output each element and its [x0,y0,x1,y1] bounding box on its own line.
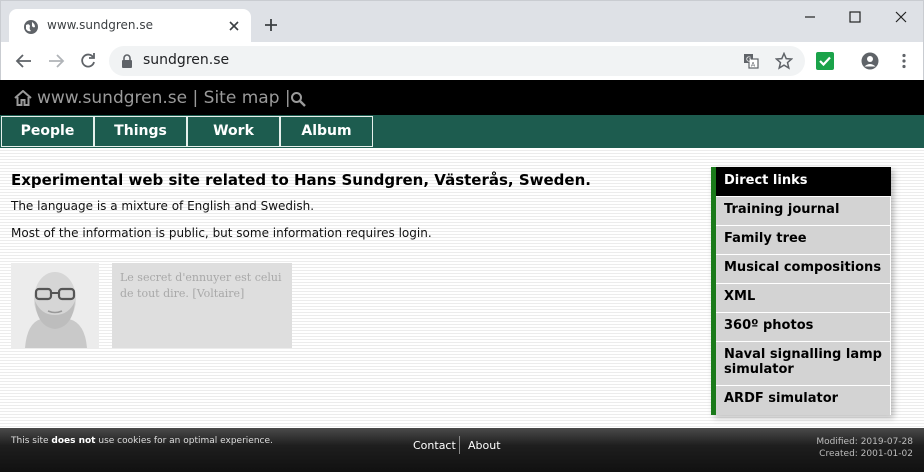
portrait-photo [11,263,99,348]
sitemap-link[interactable]: Site map [204,88,280,108]
tab-title: www.sundgren.se [47,18,153,32]
intro-paragraph-language: The language is a mixture of English and… [11,199,315,213]
main-content: Experimental web site related to Hans Su… [0,148,924,428]
extension-check-icon[interactable] [816,52,834,70]
browser-tabstrip: www.sundgren.se [0,0,924,43]
page-headline: Experimental web site related to Hans Su… [11,171,591,189]
cookie-notice-emphasis: does not [51,436,96,446]
quote-text: Le secret d'ennuyer est celui de tout di… [120,271,282,300]
search-icon[interactable] [290,91,306,107]
breadcrumb-separator: | [192,88,199,108]
address-bar[interactable]: sundgren.se G A [109,46,805,76]
sidebar-link-musical-compositions[interactable]: Musical compositions [716,254,891,283]
nav-item-album[interactable]: Album [280,116,373,147]
nav-item-things[interactable]: Things [94,116,187,147]
translate-icon[interactable]: G A [743,53,759,69]
quote-box: Le secret d'ennuyer est celui de tout di… [112,263,292,348]
plus-icon[interactable] [263,17,279,33]
created-date: Created: 2001-01-02 [819,449,913,459]
home-icon[interactable] [14,90,32,106]
cookie-notice: This site does not use cookies for an op… [11,436,273,446]
main-navigation: People Things Work Album [0,115,924,148]
back-arrow-icon[interactable] [15,52,33,70]
url-text[interactable]: sundgren.se [143,52,229,68]
site-link[interactable]: www.sundgren.se [37,88,187,108]
site-header: www.sundgren.se | Site map | [0,80,924,116]
breadcrumb: www.sundgren.se | Site map | [37,88,291,108]
page-footer: This site does not use cookies for an op… [0,428,924,472]
sidebar-link-naval-signalling-lamp[interactable]: Naval signalling lamp simulator [716,341,891,385]
sidebar-link-360-photos[interactable]: 360º photos [716,312,891,341]
maximize-icon[interactable] [845,7,865,27]
browser-tab[interactable]: www.sundgren.se [9,9,251,43]
account-icon[interactable] [861,52,879,70]
about-link[interactable]: About [468,439,501,452]
page-dates: Modified: 2019-07-28 Created: 2001-01-02 [816,436,913,460]
globe-icon [24,20,38,34]
lock-icon[interactable] [121,54,133,68]
intro-paragraph-login: Most of the information is public, but s… [11,226,432,240]
close-icon[interactable] [227,19,241,33]
browser-toolbar: sundgren.se G A [0,42,924,80]
sidebar-link-training-journal[interactable]: Training journal [716,196,891,225]
portrait-illustration [11,263,99,348]
nav-item-people[interactable]: People [1,116,94,147]
sidebar-link-xml[interactable]: XML [716,283,891,312]
sidebar-link-ardf-simulator[interactable]: ARDF simulator [716,385,891,415]
footer-divider [459,436,460,454]
window-close-icon[interactable] [891,7,911,27]
forward-arrow-icon[interactable] [47,52,65,70]
sidebar-title: Direct links [716,167,891,196]
reload-icon[interactable] [79,52,97,70]
sidebar-link-family-tree[interactable]: Family tree [716,225,891,254]
contact-link[interactable]: Contact [413,439,456,452]
direct-links-sidebar: Direct links Training journal Family tre… [711,167,891,415]
modified-date: Modified: 2019-07-28 [816,437,913,447]
minimize-icon[interactable] [800,7,820,27]
menu-kebab-icon[interactable] [895,52,913,70]
nav-item-work[interactable]: Work [187,116,280,147]
star-icon[interactable] [775,52,793,70]
